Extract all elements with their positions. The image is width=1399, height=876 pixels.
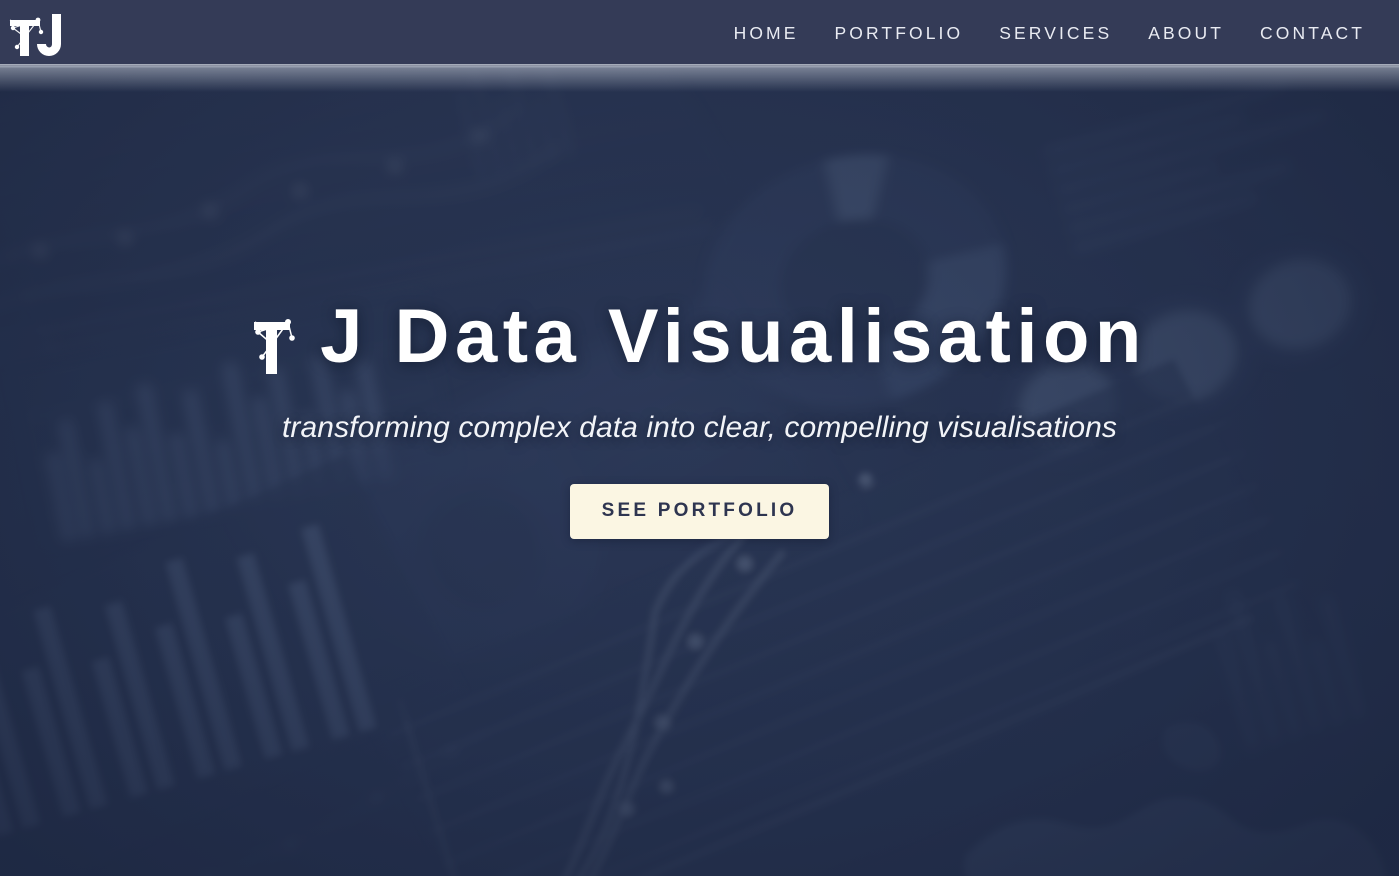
see-portfolio-button[interactable]: SEE PORTFOLIO	[569, 484, 830, 539]
tj-network-monogram-icon	[9, 14, 61, 56]
site-header: HOME PORTFOLIO SERVICES ABOUT CONTACT	[0, 0, 1399, 66]
header-bottom-edge	[0, 64, 1399, 68]
nav-link-about[interactable]: ABOUT	[1130, 17, 1242, 50]
tj-network-monogram-icon	[252, 304, 326, 376]
hero-title-text: J Data Visualisation	[320, 294, 1147, 379]
hero-section: J Data Visualisation transforming comple…	[0, 66, 1399, 876]
main-navigation: HOME PORTFOLIO SERVICES ABOUT CONTACT	[716, 0, 1383, 66]
hero-content: J Data Visualisation transforming comple…	[0, 66, 1399, 876]
nav-link-services[interactable]: SERVICES	[981, 17, 1130, 50]
nav-link-portfolio[interactable]: PORTFOLIO	[817, 17, 982, 50]
brand-logo[interactable]	[8, 6, 82, 60]
hero-subtitle: transforming complex data into clear, co…	[281, 411, 1118, 444]
nav-link-contact[interactable]: CONTACT	[1242, 17, 1383, 50]
nav-link-home[interactable]: HOME	[716, 17, 817, 50]
hero-title: J Data Visualisation	[252, 299, 1147, 375]
